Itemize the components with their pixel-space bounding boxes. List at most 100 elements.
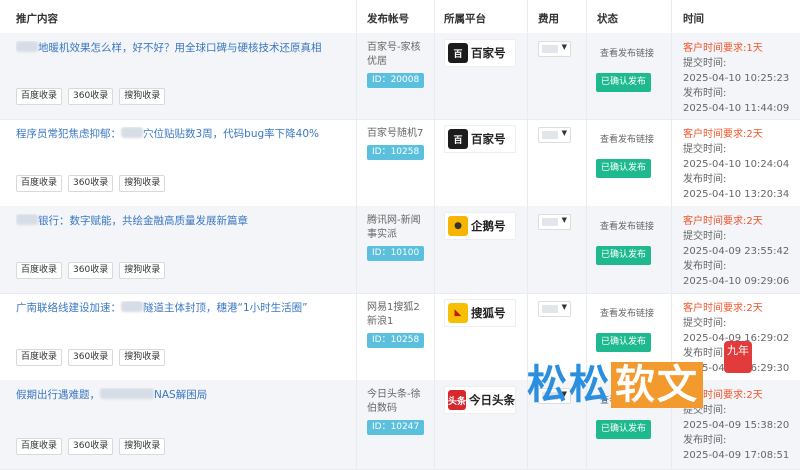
publish-time: 2025-04-10 09:29:06: [683, 276, 790, 287]
status-badge: 已确认发布: [596, 159, 652, 178]
publish-label: 发布时间:: [683, 261, 727, 272]
required-time: 客户时间要求:2天: [683, 303, 763, 314]
fee-select[interactable]: ▼: [538, 41, 571, 57]
publish-time: 2025-04-09 17:08:51: [683, 450, 790, 461]
table-row: 程序员常犯焦虑抑郁： 穴位贴贴数3周，代码bug率下降40% 百度收录 360收录…: [0, 119, 800, 207]
account-cell: 百家号-家核优居 ID：20008: [367, 41, 427, 88]
tag-360: 360收录: [68, 438, 114, 455]
title-suffix: 银行：数字赋能，共绘金融高质量发展新篇章: [38, 215, 248, 227]
tag-baidu: 百度收录: [16, 88, 63, 105]
submit-label: 提交时间:: [683, 144, 727, 155]
platform-name: 百家号: [471, 46, 506, 60]
title-suffix: 地暖机效果怎么样，好不好？用全球口碑与硬核技术还原真相: [38, 42, 322, 54]
publish-label: 发布时间:: [683, 88, 727, 99]
index-tags: 百度收录 360收录 搜狗收录: [16, 175, 166, 192]
header-account: 发布帐号: [367, 13, 409, 25]
tag-360: 360收录: [68, 175, 114, 192]
col-divider: [356, 0, 357, 469]
account-name: 腾讯网-新闻事实派: [367, 215, 421, 240]
redacted-text: [16, 214, 38, 225]
view-publish-link[interactable]: 查看发布链接: [600, 306, 654, 319]
index-tags: 百度收录 360收录 搜狗收录: [16, 88, 166, 105]
header-time: 时间: [683, 13, 704, 25]
platform-logo: ● 企鹅号: [444, 212, 516, 240]
account-cell: 百家号随机7 ID：10258: [367, 127, 427, 160]
tag-baidu: 百度收录: [16, 262, 63, 279]
sohu-fox-icon: ◣: [448, 303, 468, 323]
tag-360: 360收录: [68, 88, 114, 105]
account-name: 百家号随机7: [367, 128, 424, 139]
view-publish-link[interactable]: 查看发布链接: [600, 46, 654, 59]
platform-logo: 百 百家号: [444, 125, 516, 153]
chevron-down-icon: ▼: [561, 129, 567, 137]
watermark-text-b: 软文: [611, 362, 703, 408]
index-tags: 百度收录 360收录 搜狗收录: [16, 349, 166, 366]
fee-select[interactable]: ▼: [538, 214, 571, 230]
status-badge: 已确认发布: [596, 333, 652, 352]
account-cell: 网易1搜狐2新浪1 ID：10258: [367, 301, 427, 348]
redacted-text: [16, 41, 38, 52]
submit-label: 提交时间:: [683, 58, 727, 69]
title-prefix: 假期出行遇难题，: [16, 389, 100, 401]
platform-name: 今日头条: [469, 393, 515, 407]
tag-baidu: 百度收录: [16, 175, 63, 192]
watermark-text-a: 松松: [527, 362, 611, 408]
platform-name: 百家号: [471, 132, 506, 146]
index-tags: 百度收录 360收录 搜狗收录: [16, 438, 166, 455]
platform-name: 搜狐号: [471, 306, 506, 320]
status-badge: 已确认发布: [596, 246, 652, 265]
title-prefix: 程序员常犯焦虑抑郁：: [16, 128, 121, 140]
fee-select[interactable]: ▼: [538, 127, 571, 143]
platform-logo: ◣ 搜狐号: [444, 299, 516, 327]
view-publish-link[interactable]: 查看发布链接: [600, 132, 654, 145]
tag-sogou: 搜狗收录: [119, 175, 166, 192]
status-badge: 已确认发布: [596, 420, 652, 439]
tag-360: 360收录: [68, 262, 114, 279]
view-publish-link[interactable]: 查看发布链接: [600, 219, 654, 232]
tag-sogou: 搜狗收录: [119, 349, 166, 366]
status-badge: 已确认发布: [596, 73, 652, 92]
required-time: 客户时间要求:1天: [683, 43, 763, 54]
tag-sogou: 搜狗收录: [119, 88, 166, 105]
table-row: 银行：数字赋能，共绘金融高质量发展新篇章 百度收录 360收录 搜狗收录 腾讯网…: [0, 206, 800, 294]
penguin-icon: ●: [448, 216, 468, 236]
article-title-link[interactable]: 程序员常犯焦虑抑郁： 穴位贴贴数3周，代码bug率下降40%: [16, 127, 346, 141]
required-time: 客户时间要求:2天: [683, 216, 763, 227]
article-title-link[interactable]: 地暖机效果怎么样，好不好？用全球口碑与硬核技术还原真相: [16, 41, 346, 55]
submit-label: 提交时间:: [683, 318, 727, 329]
account-id-badge: ID：10100: [367, 246, 425, 261]
article-title-link[interactable]: 银行：数字赋能，共绘金融高质量发展新篇章: [16, 214, 346, 228]
account-name: 百家号-家核优居: [367, 42, 421, 67]
publish-label: 发布时间:: [683, 174, 727, 185]
time-cell: 客户时间要求:2天 提交时间: 2025-04-10 10:24:04 发布时间…: [683, 127, 789, 202]
chevron-down-icon: ▼: [561, 303, 567, 311]
article-title-link[interactable]: 广南联络线建设加速： 隧道主体封顶，穗港“1小时生活圈”: [16, 301, 346, 315]
publish-time: 2025-04-10 11:44:09: [683, 103, 790, 114]
account-id-badge: ID：10258: [367, 145, 425, 160]
index-tags: 百度收录 360收录 搜狗收录: [16, 262, 166, 279]
required-time: 客户时间要求:2天: [683, 129, 763, 140]
watermark: 松松 软文: [527, 352, 703, 410]
fee-select[interactable]: ▼: [538, 301, 571, 317]
account-id-badge: ID：10258: [367, 333, 425, 348]
submit-label: 提交时间:: [683, 231, 727, 242]
tag-sogou: 搜狗收录: [119, 262, 166, 279]
article-title-link[interactable]: 假期出行遇难题， NAS解困局: [16, 388, 346, 402]
submit-time: 2025-04-10 10:24:04: [683, 159, 790, 170]
platform-logo: 头条 今日头条: [444, 386, 516, 414]
tag-baidu: 百度收录: [16, 438, 63, 455]
redacted-fee: [542, 305, 558, 313]
toutiao-icon: 头条: [448, 390, 466, 410]
account-id-badge: ID：10247: [367, 420, 425, 435]
account-cell: 腾讯网-新闻事实派 ID：10100: [367, 214, 427, 261]
order-table: 推广内容 发布帐号 所属平台 费用 状态 时间 地暖机效果怎么样，好不好？用全球…: [0, 0, 800, 470]
publish-label: 发布时间:: [683, 435, 727, 446]
time-cell: 客户时间要求:1天 提交时间: 2025-04-10 10:25:23 发布时间…: [683, 41, 789, 116]
title-suffix: 隧道主体封顶，穗港“1小时生活圈”: [143, 302, 308, 314]
header-platform: 所属平台: [444, 13, 486, 25]
publish-time: 2025-04-10 13:20:34: [683, 189, 790, 200]
time-cell: 客户时间要求:2天 提交时间: 2025-04-09 23:55:42 发布时间…: [683, 214, 789, 289]
chevron-down-icon: ▼: [561, 43, 567, 51]
submit-time: 2025-04-10 10:25:23: [683, 73, 790, 84]
col-divider: [434, 0, 435, 469]
